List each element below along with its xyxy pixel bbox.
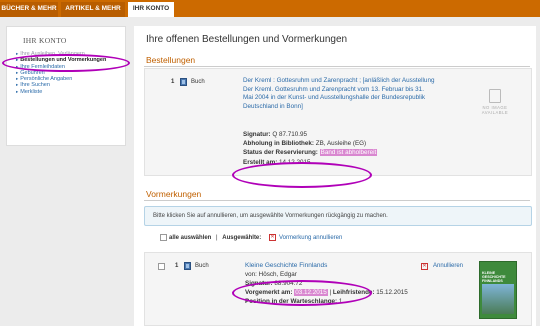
divider (144, 200, 530, 201)
sidebar-title: IHR KONTO (23, 36, 67, 45)
order-pickup: Abholung in Bibliothek: ZB, Ausleihe (EG… (243, 140, 367, 147)
arrow-icon: ▸ (16, 76, 19, 82)
cancel-icon[interactable]: ✕ (268, 234, 276, 241)
order-title-link[interactable]: Der Kreml : Gottesruhm und Zarenpracht ;… (243, 77, 435, 112)
book-icon (180, 78, 187, 86)
tab-articles[interactable]: ARTIKEL & MEHR (61, 2, 125, 17)
reservation-author: von: Hösch, Edgar (245, 271, 297, 278)
order-signature: Signatur: Q 87.710.95 (243, 131, 308, 138)
reservation-title-link[interactable]: Kleine Geschichte Finnlands (245, 262, 327, 269)
no-image-icon (489, 89, 501, 103)
tab-books[interactable]: BÜCHER & MEHR (0, 2, 58, 17)
divider (144, 66, 530, 67)
media-type: Buch (191, 79, 205, 85)
order-item: 1 Buch Der Kreml : Gottesruhm und Zarenp… (144, 68, 532, 176)
cover-title: KLEINE GESCHICHTE FINNLANDS (482, 271, 506, 283)
select-all-checkbox[interactable] (160, 234, 167, 241)
selected-label: Ausgewählte: (222, 235, 262, 242)
arrow-icon: ▸ (16, 63, 19, 69)
no-image-placeholder: NO IMAGE AVAILABLE (475, 89, 515, 115)
arrow-icon: ▸ (16, 51, 19, 56)
info-message: Bitte klicken Sie auf annullieren, um au… (144, 206, 532, 226)
reservation-signature: Signatur: 88.904.72 (245, 280, 303, 287)
reservation-toolbar: alle auswählen | Ausgewählte: ✕ Vormerkun… (160, 234, 342, 246)
tab-account[interactable]: IHR KONTO (128, 2, 174, 18)
separator: | (216, 235, 218, 242)
sidebar-item-watchlist[interactable]: ▸ Merkliste (16, 89, 124, 95)
item-number: 1 (175, 263, 179, 269)
item-number: 1 (171, 79, 175, 85)
cancel-reservation-link[interactable]: Annullieren (433, 263, 463, 269)
cancel-icon[interactable]: ✕ (421, 263, 428, 270)
media-type: Buch (195, 263, 209, 269)
orders-heading: Bestellungen (146, 55, 196, 65)
cover-image (482, 284, 514, 314)
reservation-dates: Vorgemerkt am: 03.12.2015 | Leihfristend… (245, 289, 408, 296)
arrow-icon: ▸ (16, 82, 19, 88)
reservation-item: 1 Buch Kleine Geschichte Finnlands von: … (144, 252, 532, 326)
book-cover: KLEINE GESCHICHTE FINNLANDS (479, 261, 517, 319)
main-content: Ihre offenen Bestellungen und Vormerkung… (134, 26, 536, 326)
select-all-label[interactable]: alle auswählen (169, 235, 211, 241)
book-icon (184, 262, 191, 270)
status-badge: Band ist abholbereit (319, 149, 378, 156)
top-nav: BÜCHER & MEHR ARTIKEL & MEHR IHR KONTO (0, 0, 540, 18)
reservations-heading: Vormerkungen (146, 189, 202, 199)
reservation-checkbox[interactable] (158, 263, 165, 270)
reservation-queue: Position in der Warteschlange: 1 (245, 298, 343, 305)
account-sidebar: IHR KONTO ▸ Ihre Ausleihen, Verlängern ▸ B… (6, 26, 126, 146)
order-created: Erstellt am: 14.12.2015 (243, 159, 311, 166)
order-status: Status der Reservierung: Band ist abholb… (243, 149, 378, 156)
arrow-icon: ▸ (16, 88, 19, 94)
arrow-icon: ▸ (16, 69, 19, 75)
arrow-icon: ▸ (16, 57, 19, 63)
sidebar-menu: ▸ Ihre Ausleihen, Verlängern ▸ Bestellunge… (16, 51, 124, 95)
cancel-selected-link[interactable]: Vormerkung annullieren (279, 235, 342, 241)
reserved-date: 03.12.2015 (294, 289, 328, 296)
page-title: Ihre offenen Bestellungen und Vormerkung… (146, 34, 348, 45)
